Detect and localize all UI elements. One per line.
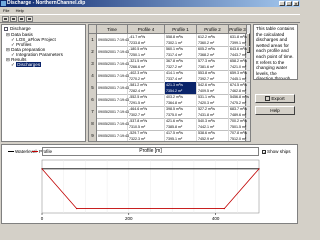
chart-plot: 0 200 400 <box>41 159 260 221</box>
show-ships-checkbox[interactable]: ✓Show ships <box>262 149 291 154</box>
menu-help[interactable]: Help <box>16 8 24 13</box>
row-number[interactable]: 8 <box>89 118 97 130</box>
chart-title: Profile [m] <box>42 147 259 156</box>
new-file-icon[interactable] <box>2 16 9 22</box>
row-number[interactable]: 1 <box>89 34 97 46</box>
value-cell[interactable]: 707.8 m³/s 7512.0 m² <box>229 130 247 141</box>
value-cell[interactable]: 558.8 m³/s 7302.1 m² <box>165 34 197 46</box>
navigation-tree: Discharge ⊟ Data basis ✓ LOS_aFlow Proje… <box>1 24 86 142</box>
row-number[interactable]: 7 <box>89 106 97 118</box>
row-number[interactable]: 4 <box>89 70 97 82</box>
export-button[interactable]: Export <box>255 94 295 103</box>
time-cell[interactable]: 09/05/2001 7:19:43 <box>97 58 129 70</box>
value-cell[interactable]: 398.5 m³/s 7375.0 m² <box>165 106 197 118</box>
x-tick-label: 200 <box>125 216 133 221</box>
close-button[interactable]: × <box>293 1 299 6</box>
value-cell[interactable]: -402.3 m³/s 7270.2 m² <box>128 70 165 82</box>
data-point <box>258 168 260 170</box>
time-cell[interactable]: 09/05/2001 7:19:43 <box>97 94 129 106</box>
profile-chart: Waterlevel Profile Profile [m] ✓Show shi… <box>1 144 298 224</box>
save-icon[interactable] <box>18 16 25 22</box>
column-header[interactable]: Profile 4 <box>128 25 165 34</box>
value-cell[interactable]: 700.2 m³/s 7501.5 m² <box>229 118 247 130</box>
value-cell[interactable]: 553.8 m³/s 7392.7 m² <box>197 70 229 82</box>
column-header[interactable]: Time <box>97 25 128 34</box>
open-folder-icon[interactable] <box>10 16 17 22</box>
time-cell[interactable]: 09/05/2001 7:19:43 <box>97 46 129 58</box>
value-cell[interactable]: 538.6 m³/s 7452.9 m² <box>197 130 229 141</box>
x-tick-label: 400 <box>212 216 220 221</box>
discharge-table: Time Profile 4 Profile 1 Profile 2 Profile 3… <box>88 24 251 142</box>
time-cell[interactable]: 09/05/2001 7:19:43 <box>97 106 129 118</box>
column-header[interactable]: Profile 1 <box>165 25 197 34</box>
row-number[interactable]: 2 <box>89 46 97 58</box>
data-point <box>223 207 225 210</box>
table-corner <box>89 25 97 34</box>
row-number[interactable]: 5 <box>89 82 97 94</box>
value-cell[interactable]: 367.8 m³/s 7327.2 m² <box>165 58 197 70</box>
column-header[interactable]: Profile 3 <box>229 25 247 34</box>
value-cell[interactable]: -581.2 m³/s 7282.4 m² <box>128 82 165 94</box>
menu-bar: File Help <box>0 7 300 14</box>
value-cell[interactable]: 421.6 m³/s 7385.8 m² <box>165 118 197 130</box>
help-button[interactable]: Help <box>255 106 295 115</box>
value-cell[interactable]: 421.3 m³/s 7354.2 m² <box>165 82 197 94</box>
maximize-button[interactable]: □ <box>286 1 292 6</box>
table-row[interactable]: 9 09/05/2001 7:19:43 -529.7 m³/s 7322.3 m² 4… <box>89 130 250 141</box>
time-cell[interactable]: 09/05/2001 7:19:43 <box>97 70 129 82</box>
value-cell[interactable]: 577.3 m³/s 7381.6 m² <box>197 58 229 70</box>
back-arrow-icon[interactable] <box>26 16 33 22</box>
value-cell[interactable]: 542.6 m³/s 7409.5 m² <box>197 82 229 94</box>
window-titlebar: Discharge - NorthernChannel.dip _ □ × <box>0 0 300 7</box>
value-cell[interactable]: 683.7 m³/s 7489.6 m² <box>229 106 247 118</box>
checkbox-icon: ✓ <box>262 149 267 155</box>
info-text: This table contains the calculated disch… <box>253 24 298 80</box>
value-cell[interactable]: 414.1 m³/s 7337.4 m² <box>165 70 197 82</box>
time-cell[interactable]: 09/05/2001 7:19:43 <box>97 118 129 130</box>
row-number[interactable]: 3 <box>89 58 97 70</box>
row-number[interactable]: 9 <box>89 130 97 141</box>
value-cell[interactable]: 540.3 m³/s 7442.1 m² <box>197 118 229 130</box>
time-cell[interactable]: 09/05/2001 7:19:43 <box>97 34 129 46</box>
value-cell[interactable]: 560.1 m³/s 7317.4 m² <box>165 46 197 58</box>
value-cell[interactable]: -529.7 m³/s 7322.3 m² <box>128 130 165 141</box>
window-controls: _ □ × <box>279 1 299 6</box>
value-cell[interactable]: 612.2 m³/s 7360.2 m² <box>197 34 229 46</box>
minimize-button[interactable]: _ <box>279 1 285 6</box>
side-panel: This table contains the calculated disch… <box>253 24 298 142</box>
row-number[interactable]: 6 <box>89 94 97 106</box>
value-cell[interactable]: 5456.8 m³/s 7475.2 m² <box>229 94 249 106</box>
value-cell[interactable]: 605.2 m³/s 7368.2 m² <box>197 46 229 58</box>
value-cell[interactable]: -41.7 m³/s 7233.8 m² <box>128 34 165 46</box>
tree-discharges[interactable]: ✓ Discharges <box>11 62 42 68</box>
value-cell[interactable]: 674.5 m³/s 7462.8 m² <box>229 82 247 94</box>
value-cell[interactable]: -552.5 m³/s 7291.5 m² <box>128 94 165 106</box>
data-point <box>41 168 43 170</box>
window-title: Discharge - NorthernChannel.dip <box>7 0 86 6</box>
value-cell[interactable]: 531.1 m³/s 7420.3 m² <box>197 94 229 106</box>
x-tick-label: 0 <box>41 216 44 221</box>
value-cell[interactable]: 658.2 m³/s 7421.0 m² <box>229 58 247 70</box>
value-cell[interactable]: 631.8 m³/s 7399.1 m² <box>229 34 247 46</box>
value-cell[interactable]: 403.2 m³/s 7364.8 m² <box>165 94 197 106</box>
value-cell[interactable]: 417.5 m³/s 7395.1 m² <box>165 130 197 141</box>
value-cell[interactable]: 527.2 m³/s 7431.8 m² <box>197 106 229 118</box>
value-cell[interactable]: 643.6 m³/s 7443.7 m² <box>229 46 247 58</box>
menu-file[interactable]: File <box>3 8 9 13</box>
value-cell[interactable]: 659.3 m³/s 7445.1 m² <box>229 70 247 82</box>
value-cell[interactable]: -537.8 m³/s 7310.5 m² <box>128 118 165 130</box>
toolbar <box>0 14 300 23</box>
export-icon <box>265 95 271 101</box>
value-cell[interactable]: -464.6 m³/s 7302.7 m² <box>128 106 165 118</box>
column-header[interactable]: Profile 2 <box>197 25 229 34</box>
time-cell[interactable]: 09/05/2001 7:19:43 <box>97 130 129 141</box>
folder-icon <box>4 26 8 31</box>
value-cell[interactable]: -321.5 m³/s 7266.6 m² <box>128 58 165 70</box>
app-icon <box>1 1 6 6</box>
time-cell[interactable]: 09/05/2001 7:19:43 <box>97 82 129 94</box>
value-cell[interactable]: -180.5 m³/s 7250.1 m² <box>128 46 165 58</box>
data-point <box>76 207 78 210</box>
